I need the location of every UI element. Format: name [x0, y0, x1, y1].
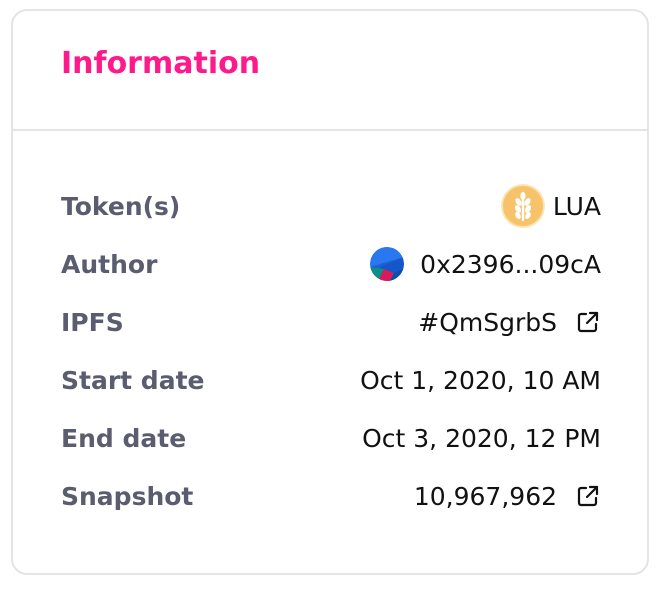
ipfs-label: IPFS — [61, 307, 124, 337]
end-date-label: End date — [61, 423, 187, 453]
token-symbol: LUA — [552, 191, 601, 221]
info-row-author: Author 0x2396...09cA — [61, 235, 601, 293]
author-address: 0x2396...09cA — [420, 249, 601, 279]
author-label: Author — [61, 249, 158, 279]
lua-token-icon — [500, 184, 545, 228]
start-date-value: Oct 1, 2020, 10 AM — [360, 365, 601, 395]
info-row-start-date: Start date Oct 1, 2020, 10 AM — [61, 351, 601, 409]
ipfs-link[interactable]: #QmSgrbS — [418, 308, 601, 337]
info-row-snapshot: Snapshot 10,967,962 — [61, 467, 601, 525]
info-row-ipfs: IPFS #QmSgrbS — [61, 293, 601, 351]
ipfs-hash: #QmSgrbS — [418, 307, 557, 337]
information-card: Information Token(s) LUA Author 0x2396..… — [11, 9, 649, 575]
info-rows: Token(s) LUA Author 0x2396...09cA IPFS #… — [61, 177, 601, 525]
end-date-value: Oct 3, 2020, 12 PM — [362, 423, 601, 453]
external-link-icon — [577, 485, 599, 507]
snapshot-block: 10,967,962 — [413, 481, 557, 511]
author-value[interactable]: 0x2396...09cA — [370, 247, 601, 281]
tokens-label: Token(s) — [61, 191, 181, 221]
author-avatar — [370, 247, 405, 281]
snapshot-label: Snapshot — [61, 481, 194, 511]
snapshot-link[interactable]: 10,967,962 — [414, 482, 601, 511]
tokens-value: LUA — [500, 184, 601, 228]
external-link-icon — [577, 311, 599, 333]
start-date-label: Start date — [61, 365, 205, 395]
info-row-tokens: Token(s) LUA — [61, 177, 601, 235]
card-header: Information — [13, 11, 647, 131]
info-row-end-date: End date Oct 3, 2020, 12 PM — [61, 409, 601, 467]
card-title: Information — [61, 46, 261, 81]
